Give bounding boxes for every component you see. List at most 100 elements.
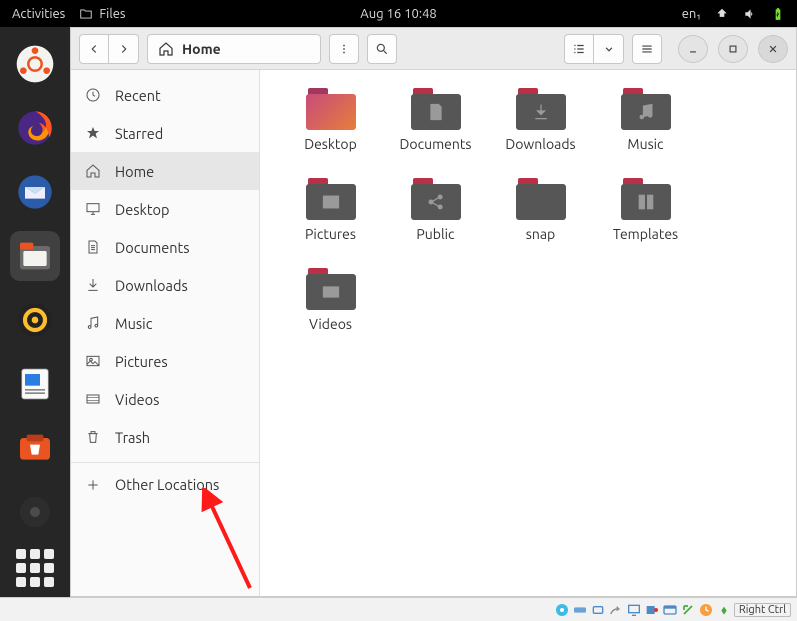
folder-music[interactable]: Music (593, 84, 698, 174)
folder-label: snap (526, 226, 555, 242)
sidebar-item-label: Recent (115, 87, 161, 104)
forward-button[interactable] (109, 34, 139, 64)
folder-label: Desktop (304, 136, 357, 152)
search-icon (375, 42, 389, 56)
sidebar-item-trash[interactable]: Trash (71, 418, 259, 456)
sidebar-item-recent[interactable]: Recent (71, 76, 259, 114)
close-icon (766, 42, 780, 56)
close-button[interactable] (758, 35, 788, 63)
network-icon[interactable] (715, 7, 729, 21)
desktop-icon (85, 201, 101, 217)
clock[interactable]: Aug 16 10:48 (360, 7, 437, 21)
show-applications-button[interactable] (16, 549, 54, 587)
sidebar-item-label: Home (115, 163, 154, 180)
dock-item-rhythmbox[interactable] (10, 295, 60, 345)
path-menu-button[interactable] (329, 34, 359, 64)
folder-public[interactable]: Public (383, 174, 488, 264)
dock-item-disk[interactable] (10, 487, 60, 537)
vm-network-icon[interactable] (680, 602, 696, 618)
home-icon (85, 163, 101, 179)
sidebar-item-label: Trash (115, 429, 150, 446)
dock-item-libreoffice[interactable] (10, 359, 60, 409)
hamburger-menu-button[interactable] (632, 34, 662, 64)
sidebar-item-label: Pictures (115, 353, 168, 370)
minimize-button[interactable] (678, 35, 708, 63)
sidebar-item-videos[interactable]: Videos (71, 380, 259, 418)
template-icon (636, 192, 656, 212)
download-icon (85, 277, 101, 293)
maximize-icon (726, 42, 740, 56)
thunderbird-icon (15, 172, 55, 212)
dock-item-firefox[interactable] (10, 103, 60, 153)
sidebar-item-label: Downloads (115, 277, 188, 294)
vm-display-icon[interactable] (626, 602, 642, 618)
search-button[interactable] (367, 34, 397, 64)
folder-label: Templates (613, 226, 678, 242)
headerbar: Home (71, 28, 796, 70)
chevron-down-icon (602, 42, 616, 56)
sidebar-item-other-locations[interactable]: Other Locations (71, 462, 259, 506)
places-sidebar: Recent Starred Home Desktop Documents Downloa… (71, 70, 260, 596)
maximize-button[interactable] (718, 35, 748, 63)
kebab-icon (337, 42, 351, 56)
vm-host-key-label: Right Ctrl (734, 603, 791, 617)
picture-icon (321, 192, 341, 212)
pathbar[interactable]: Home (147, 34, 321, 64)
video-icon (321, 282, 341, 302)
vm-disc-icon[interactable] (554, 602, 570, 618)
home-icon (158, 41, 174, 57)
sidebar-item-music[interactable]: Music (71, 304, 259, 342)
dock-item-software[interactable] (10, 423, 60, 473)
folder-pictures[interactable]: Pictures (278, 174, 383, 264)
active-app-menu[interactable]: Files (79, 7, 125, 21)
sidebar-item-home[interactable]: Home (71, 152, 259, 190)
input-source-indicator[interactable]: en₁ (682, 7, 701, 21)
active-app-label: Files (99, 7, 125, 21)
folder-icon (621, 178, 671, 220)
folder-icon (306, 88, 356, 130)
sidebar-item-starred[interactable]: Starred (71, 114, 259, 152)
view-list-button[interactable] (564, 34, 594, 64)
folder-desktop[interactable]: Desktop (278, 84, 383, 174)
folder-label: Pictures (305, 226, 356, 242)
vm-shared-icon[interactable] (608, 602, 624, 618)
document-icon (85, 239, 101, 255)
vm-usb-icon[interactable] (590, 602, 606, 618)
vm-clipboard-icon[interactable] (698, 602, 714, 618)
folder-snap[interactable]: snap (488, 174, 593, 264)
folder-documents[interactable]: Documents (383, 84, 488, 174)
vm-audio-icon[interactable] (662, 602, 678, 618)
folder-label: Music (627, 136, 663, 152)
menu-icon (640, 42, 654, 56)
dock-item-thunderbird[interactable] (10, 167, 60, 217)
activities-button[interactable]: Activities (12, 7, 65, 21)
dock-item-settings[interactable] (10, 39, 60, 89)
sidebar-item-label: Documents (115, 239, 190, 256)
folder-icon (306, 178, 356, 220)
dock-item-files[interactable] (10, 231, 60, 281)
sidebar-item-pictures[interactable]: Pictures (71, 342, 259, 380)
folder-label: Public (416, 226, 454, 242)
vm-mouse-icon[interactable] (716, 602, 732, 618)
vm-recording-icon[interactable] (644, 602, 660, 618)
icon-view[interactable]: Desktop DocumentsDownloads Music Pictures Pu… (260, 70, 796, 596)
folder-icon (79, 7, 93, 21)
battery-icon[interactable] (771, 7, 785, 21)
view-dropdown-button[interactable] (594, 34, 624, 64)
sidebar-item-downloads[interactable]: Downloads (71, 266, 259, 304)
chevron-left-icon (87, 42, 101, 56)
vm-hdd-icon[interactable] (572, 602, 588, 618)
folder-videos[interactable]: Videos (278, 264, 383, 354)
sidebar-item-desktop[interactable]: Desktop (71, 190, 259, 228)
ubuntu-dock (0, 27, 70, 597)
volume-icon[interactable] (743, 7, 757, 21)
back-button[interactable] (79, 34, 109, 64)
plus-icon (85, 477, 101, 493)
sidebar-item-label: Videos (115, 391, 159, 408)
sidebar-item-documents[interactable]: Documents (71, 228, 259, 266)
folder-downloads[interactable]: Downloads (488, 84, 593, 174)
list-icon (572, 42, 586, 56)
pathbar-label: Home (182, 41, 221, 57)
folder-label: Videos (309, 316, 352, 332)
folder-templates[interactable]: Templates (593, 174, 698, 264)
